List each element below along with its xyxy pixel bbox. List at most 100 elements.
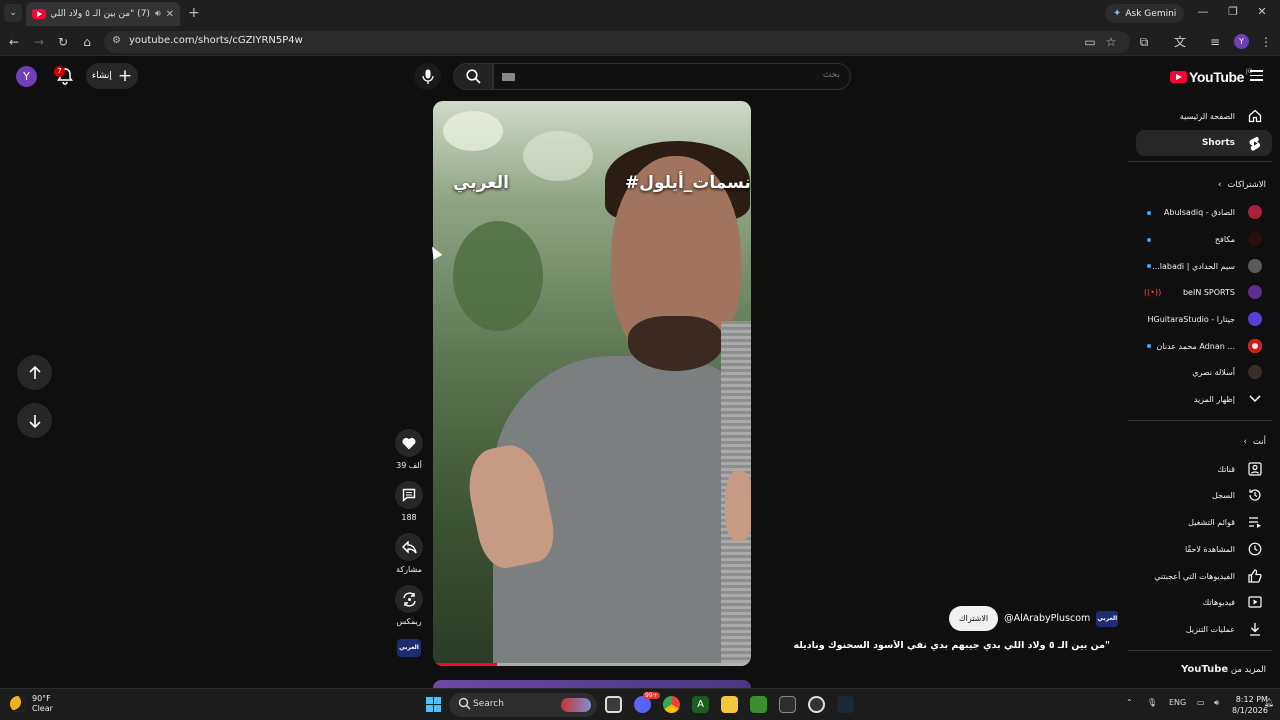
app-circle-icon[interactable] — [808, 696, 825, 713]
plus-icon: + — [117, 65, 133, 86]
playlists-label: قوائم التشغيل — [1188, 517, 1235, 527]
network-icon[interactable]: ▭ — [1197, 698, 1205, 707]
language-indicator[interactable]: ENG — [1169, 698, 1186, 707]
browser-profile-avatar[interactable]: Y — [1234, 34, 1249, 49]
close-tab-icon[interactable]: ✕ — [166, 9, 174, 20]
logo-text: YouTube — [1189, 69, 1245, 85]
app-a-icon[interactable]: A — [692, 696, 709, 713]
forward-icon[interactable]: → — [31, 33, 47, 51]
video-progress-bar[interactable] — [433, 663, 751, 666]
sidebar-item-liked-videos[interactable]: الفيديوهات التي أعجبتني — [1136, 563, 1272, 589]
volume-icon[interactable]: 🔊︎ — [1214, 698, 1219, 708]
subscriptions-header[interactable]: ‹ الاشتراكات — [1136, 180, 1266, 190]
sidebar-subscription[interactable]: ...labadi | سيم الحدادي — [1136, 253, 1272, 279]
media-control-icon[interactable]: ≡ — [1207, 33, 1223, 51]
video-progress-fill — [433, 663, 497, 666]
tray-overflow-icon[interactable]: ⌃ — [1126, 698, 1133, 707]
guide-menu-icon[interactable] — [1250, 70, 1263, 81]
taskbar-clock[interactable]: 8:12 PM 8/1/2026 — [1232, 694, 1268, 716]
comments-action[interactable]: 188 — [395, 481, 423, 522]
windows-start-icon[interactable] — [426, 697, 441, 712]
steam-icon[interactable] — [837, 696, 854, 713]
sidebar-subscription[interactable]: Abulsadiq - الصادق — [1136, 199, 1272, 225]
terminal-icon[interactable] — [779, 696, 796, 713]
next-short-preview[interactable] — [433, 680, 751, 688]
sidebar-subscription[interactable]: مكافح — [1136, 226, 1272, 252]
weather-widget[interactable]: 90°F Clear — [10, 694, 53, 714]
sidebar-shorts-label: Shorts — [1201, 138, 1235, 148]
new-tab-button[interactable]: + — [188, 5, 200, 21]
site-info-icon[interactable]: ⚙ — [112, 35, 121, 46]
notification-center-icon[interactable]: 🔔︎ — [1264, 698, 1274, 707]
your-channel-label: قناتك — [1217, 464, 1235, 474]
minecraft-icon[interactable] — [750, 696, 767, 713]
previous-short-button[interactable] — [17, 355, 52, 390]
search-input[interactable]: بحث — [493, 63, 851, 90]
you-header[interactable]: ‹ أنت — [1136, 437, 1266, 447]
reload-icon[interactable]: ↻ — [55, 33, 71, 51]
sidebar-item-watch-later[interactable]: المشاهدة لاحقًا — [1136, 536, 1272, 562]
channel-thumbnail[interactable]: العربي — [397, 639, 421, 657]
channel-handle[interactable]: @AlArabyPluscom — [1004, 613, 1090, 624]
channel-avatar[interactable]: العربي — [1096, 610, 1119, 627]
minimize-icon[interactable]: — — [1193, 5, 1213, 18]
voice-search-button[interactable] — [414, 63, 441, 90]
create-button[interactable]: إنشاء + — [86, 63, 138, 89]
comments-button[interactable] — [395, 481, 423, 509]
share-action[interactable]: مشاركة — [395, 533, 423, 574]
chevron-down-icon — [1247, 391, 1263, 407]
subscribe-button[interactable]: الاشتراك — [949, 606, 999, 631]
cast-icon[interactable]: ▭ — [1082, 33, 1098, 51]
sidebar-item-playlists[interactable]: قوائم التشغيل — [1136, 509, 1272, 535]
restore-icon[interactable]: ❐ — [1223, 5, 1243, 18]
like-button[interactable] — [395, 429, 423, 457]
extensions-icon[interactable]: ⧉ — [1136, 33, 1152, 51]
chevron-left-icon: ‹ — [1218, 180, 1222, 190]
address-bar[interactable]: ⚙ youtube.com/shorts/cGZIYRN5P4w ▭ ☆ — [104, 31, 1130, 53]
sidebar-subscription[interactable]: أسلالة نصري — [1136, 359, 1272, 385]
tab-search-chevron-icon[interactable]: ⌄ — [4, 4, 22, 22]
sidebar-item-your-videos[interactable]: فيديوهاتك — [1136, 589, 1272, 615]
translate-icon[interactable]: 文 — [1172, 33, 1188, 51]
sidebar-divider — [1128, 420, 1272, 421]
sidebar-subscription[interactable]: محمد عدنان Adnan ... — [1136, 333, 1272, 359]
account-avatar[interactable]: Y — [16, 66, 37, 87]
sidebar-item-home[interactable]: الصفحة الرئيسية — [1136, 103, 1272, 129]
subscription-name: beIN SPORTS — [1182, 287, 1235, 297]
sidebar-item-downloads[interactable]: عمليات التنزيل — [1136, 616, 1272, 642]
tray-mic-icon[interactable]: 🎙︎ — [1147, 698, 1157, 707]
speaker-icon[interactable]: 🔊︎ — [155, 9, 161, 19]
subscription-name: محمد عدنان Adnan ... — [1156, 341, 1236, 351]
browser-menu-icon[interactable]: ⋮ — [1258, 33, 1274, 51]
task-view-icon[interactable] — [605, 696, 622, 713]
remix-button[interactable] — [395, 585, 423, 613]
close-window-icon[interactable]: ✕ — [1252, 5, 1272, 18]
taskbar-search[interactable]: Search — [449, 693, 597, 717]
back-icon[interactable]: ← — [6, 33, 22, 51]
share-label: مشاركة — [396, 565, 422, 574]
next-short-button[interactable] — [17, 403, 52, 438]
share-button[interactable] — [395, 533, 423, 561]
like-action[interactable]: 39 ألف — [395, 429, 423, 470]
search-button[interactable] — [453, 63, 493, 90]
sidebar-item-history[interactable]: السجل — [1136, 482, 1272, 508]
history-icon — [1247, 487, 1263, 503]
remix-action[interactable]: ريمكس — [395, 585, 423, 626]
sidebar-show-more[interactable]: إظهار المزيد — [1136, 386, 1272, 412]
home-icon[interactable]: ⌂ — [79, 33, 95, 51]
browser-tab[interactable]: (7) "من بين الـ ٥ ولاد اللي بدي... 🔊︎ ✕ — [26, 2, 180, 26]
sidebar-subscription[interactable]: HGuitaraStudio - جيتارا — [1136, 306, 1272, 332]
sidebar-item-shorts[interactable]: Shorts — [1136, 130, 1272, 156]
bookmark-star-icon[interactable]: ☆ — [1103, 33, 1119, 51]
chrome-icon[interactable] — [663, 696, 680, 713]
sidebar-item-your-channel[interactable]: قناتك — [1136, 456, 1272, 482]
ask-gemini-button[interactable]: ✦ Ask Gemini — [1105, 4, 1185, 23]
file-explorer-icon[interactable] — [721, 696, 738, 713]
person-beard — [628, 316, 723, 371]
youtube-logo[interactable]: YouTube JO — [1170, 68, 1253, 85]
shorts-video-player[interactable]: #نسمات_أيلول العربي — [433, 101, 751, 666]
youtube-play-icon — [1170, 71, 1187, 83]
keyboard-icon[interactable] — [502, 73, 515, 81]
short-description[interactable]: "من بين الـ ٥ ولاد اللي بدي جيبهم بدي نف… — [790, 640, 1110, 651]
subscriptions-header-label: الاشتراكات — [1227, 180, 1266, 190]
